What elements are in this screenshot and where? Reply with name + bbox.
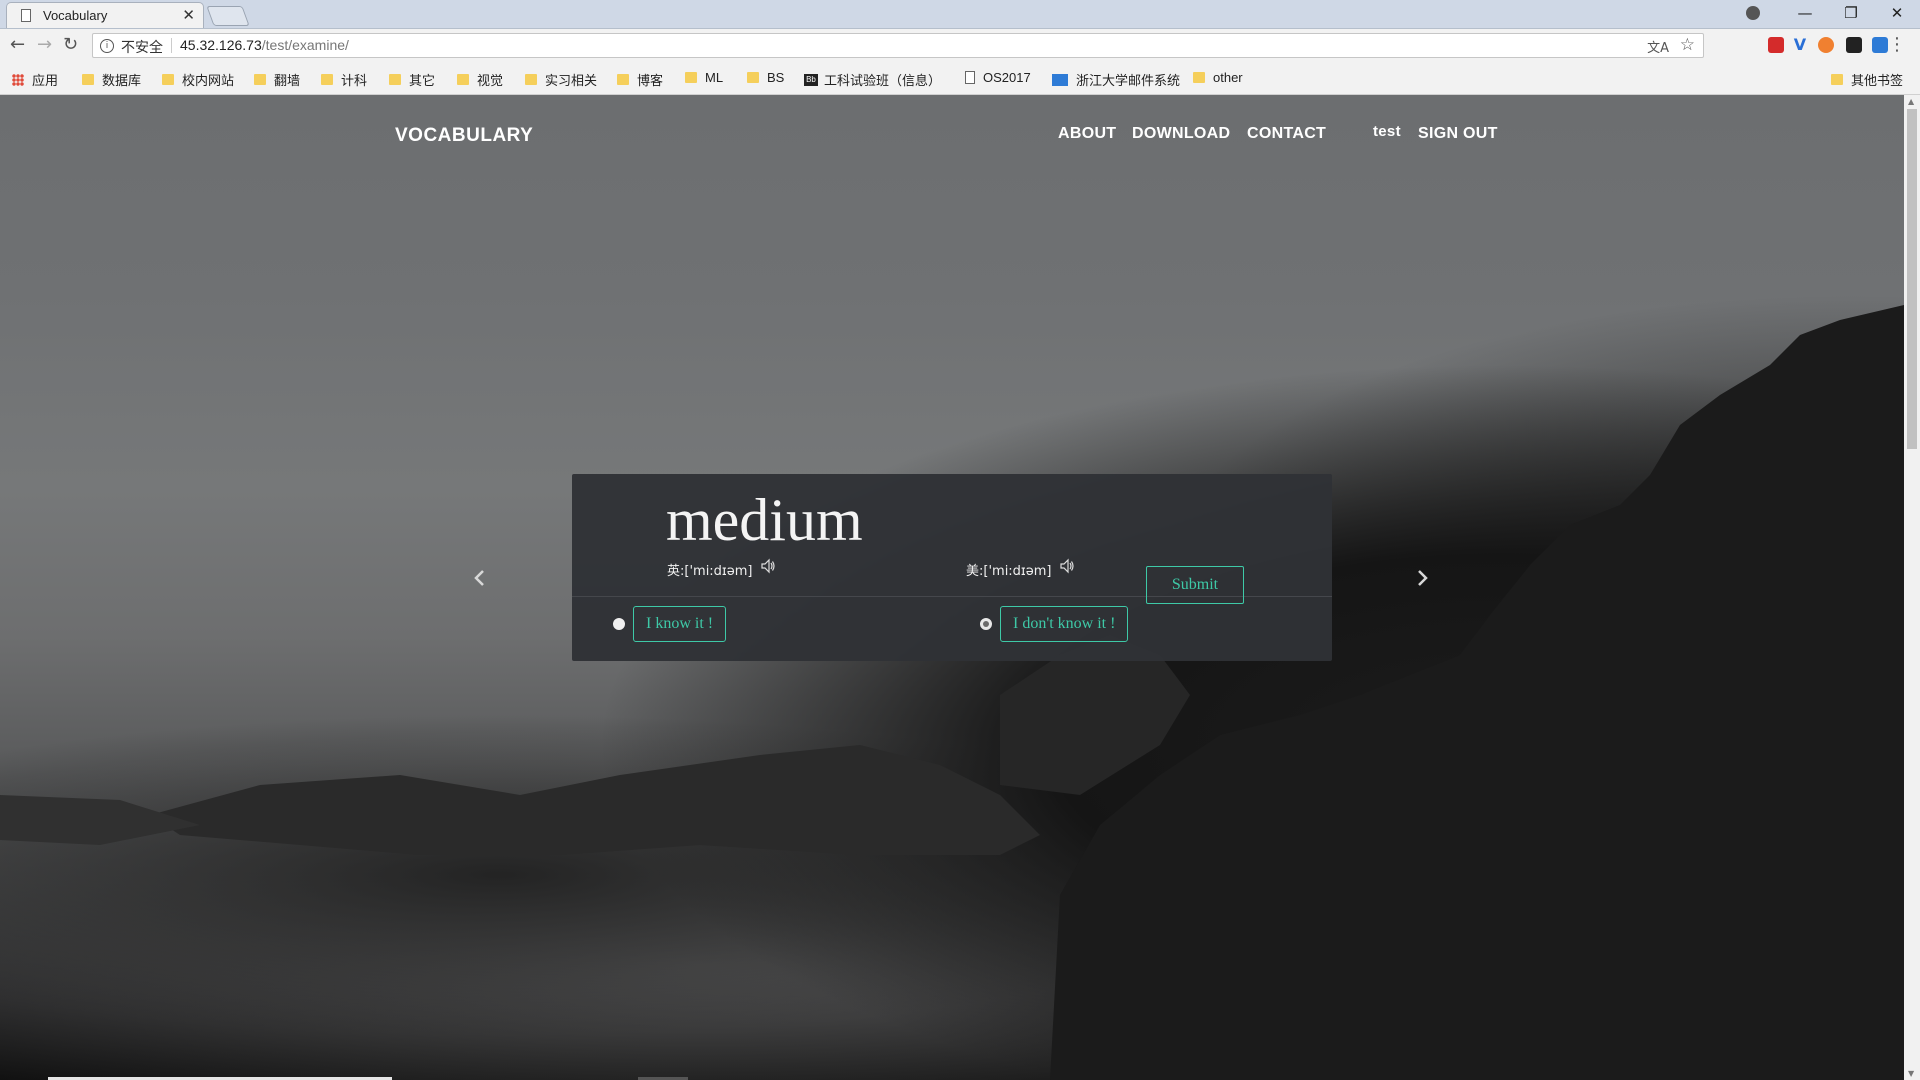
folder-icon xyxy=(82,74,94,85)
reload-icon[interactable]: ↻ xyxy=(63,35,78,55)
folder-icon xyxy=(321,74,333,85)
page-background: VOCABULARY ABOUT DOWNLOAD CONTACT test S… xyxy=(0,95,1904,1080)
bookmark-folder[interactable]: BS xyxy=(747,70,784,85)
folder-icon xyxy=(254,74,266,85)
know-it-button[interactable]: I know it ! xyxy=(633,606,727,642)
page-scrollbar[interactable]: ▲ ▼ xyxy=(1904,95,1920,1080)
browser-menu-icon[interactable]: ⋮ xyxy=(1888,34,1906,55)
bookmark-folder[interactable]: 视觉 xyxy=(457,70,503,89)
bb-icon: Bb xyxy=(804,73,818,86)
folder-icon xyxy=(1193,72,1205,83)
bookmark-folder[interactable]: 校内网站 xyxy=(162,70,234,89)
bookmark-folder[interactable]: 数据库 xyxy=(82,70,141,89)
radio-know[interactable] xyxy=(613,618,625,630)
scroll-down-icon[interactable]: ▼ xyxy=(1908,1069,1914,1078)
nav-sign-out[interactable]: SIGN OUT xyxy=(1418,125,1498,143)
bookmark-link[interactable]: OS2017 xyxy=(965,70,1031,85)
forward-arrow-icon[interactable]: → xyxy=(37,35,52,55)
bookmark-apps[interactable]: 应用 xyxy=(12,70,58,89)
nav-contact[interactable]: CONTACT xyxy=(1247,125,1326,143)
info-icon[interactable]: i xyxy=(100,39,114,53)
nav-username[interactable]: test xyxy=(1373,123,1401,140)
url-host: 45.32.126.73 xyxy=(180,37,262,53)
url-path: /test/examine/ xyxy=(261,37,349,53)
folder-icon xyxy=(1831,74,1843,85)
bookmark-folder[interactable]: 博客 xyxy=(617,70,663,89)
bookmark-folder[interactable]: 实习相关 xyxy=(525,70,597,89)
extension-blue-icon[interactable] xyxy=(1872,37,1888,53)
minimize-button[interactable]: — xyxy=(1782,0,1828,28)
carousel-prev-icon[interactable] xyxy=(471,569,489,587)
omnibox-divider xyxy=(171,38,172,53)
uk-phonetic: 英:['mi:dɪəm] xyxy=(667,564,753,579)
close-tab-icon[interactable]: ✕ xyxy=(182,6,195,24)
restore-button[interactable]: ❐ xyxy=(1828,0,1874,28)
mail-icon xyxy=(1052,73,1068,86)
profile-icon[interactable] xyxy=(1746,6,1760,20)
bookmark-folder[interactable]: 计科 xyxy=(321,70,367,89)
url-input[interactable]: i 不安全 45.32.126.73/test/examine/ 文A ☆ xyxy=(92,33,1704,58)
nav-about[interactable]: ABOUT xyxy=(1058,125,1116,143)
browser-tab-bar: Vocabulary ✕ — ❐ ✕ xyxy=(0,0,1920,29)
bookmark-link[interactable]: 浙江大学邮件系统 xyxy=(1052,70,1180,89)
uk-speaker-icon[interactable] xyxy=(760,558,776,574)
page-icon xyxy=(965,71,975,84)
scrollbar-thumb[interactable] xyxy=(1907,109,1917,449)
new-tab-button[interactable] xyxy=(206,6,250,26)
scroll-up-icon[interactable]: ▲ xyxy=(1908,97,1914,106)
folder-icon xyxy=(389,74,401,85)
back-arrow-icon[interactable]: ← xyxy=(10,35,25,55)
radio-dont-know[interactable] xyxy=(980,618,992,630)
submit-button[interactable]: Submit xyxy=(1146,566,1244,604)
bookmark-folder[interactable]: ML xyxy=(685,70,723,85)
page-icon xyxy=(21,9,31,22)
bookmarks-bar: 应用 数据库 校内网站 翻墙 计科 其它 视觉 实习相关 博客 ML BS Bb… xyxy=(0,62,1920,95)
translate-icon[interactable]: 文A xyxy=(1647,37,1669,56)
folder-icon xyxy=(525,74,537,85)
extension-incognito-icon[interactable] xyxy=(1846,37,1862,53)
insecure-label: 不安全 xyxy=(121,40,163,56)
bookmark-folder[interactable]: 翻墙 xyxy=(254,70,300,89)
folder-icon xyxy=(617,74,629,85)
us-phonetic: 美:['mi:dɪəm] xyxy=(966,564,1052,579)
extension-v-icon[interactable]: V xyxy=(1792,37,1808,53)
extension-orange-icon[interactable] xyxy=(1818,37,1834,53)
apps-icon xyxy=(12,73,24,86)
bookmark-folder[interactable]: other xyxy=(1193,70,1243,85)
window-controls: — ❐ ✕ xyxy=(1782,0,1920,28)
nav-download[interactable]: DOWNLOAD xyxy=(1132,125,1230,143)
close-window-button[interactable]: ✕ xyxy=(1874,0,1920,28)
bookmark-folder[interactable]: 其它 xyxy=(389,70,435,89)
url-text: 45.32.126.73/test/examine/ xyxy=(180,37,349,53)
browser-tab-active[interactable]: Vocabulary ✕ xyxy=(6,2,204,28)
us-speaker-icon[interactable] xyxy=(1059,558,1075,574)
extension-red-icon[interactable] xyxy=(1768,37,1784,53)
tab-title: Vocabulary xyxy=(43,8,108,23)
folder-icon xyxy=(685,72,697,83)
vocab-word: medium xyxy=(666,487,863,553)
address-bar-row: ← → ↻ i 不安全 45.32.126.73/test/examine/ 文… xyxy=(0,29,1920,62)
folder-icon xyxy=(747,72,759,83)
bookmark-star-icon[interactable]: ☆ xyxy=(1680,35,1695,55)
carousel-next-icon[interactable] xyxy=(1413,569,1431,587)
dont-know-it-button[interactable]: I don't know it ! xyxy=(1000,606,1129,642)
site-brand[interactable]: VOCABULARY xyxy=(395,125,533,147)
folder-icon xyxy=(162,74,174,85)
bookmark-link[interactable]: Bb 工科试验班（信息） xyxy=(804,70,941,89)
other-bookmarks[interactable]: 其他书签 xyxy=(1831,70,1903,89)
folder-icon xyxy=(457,74,469,85)
